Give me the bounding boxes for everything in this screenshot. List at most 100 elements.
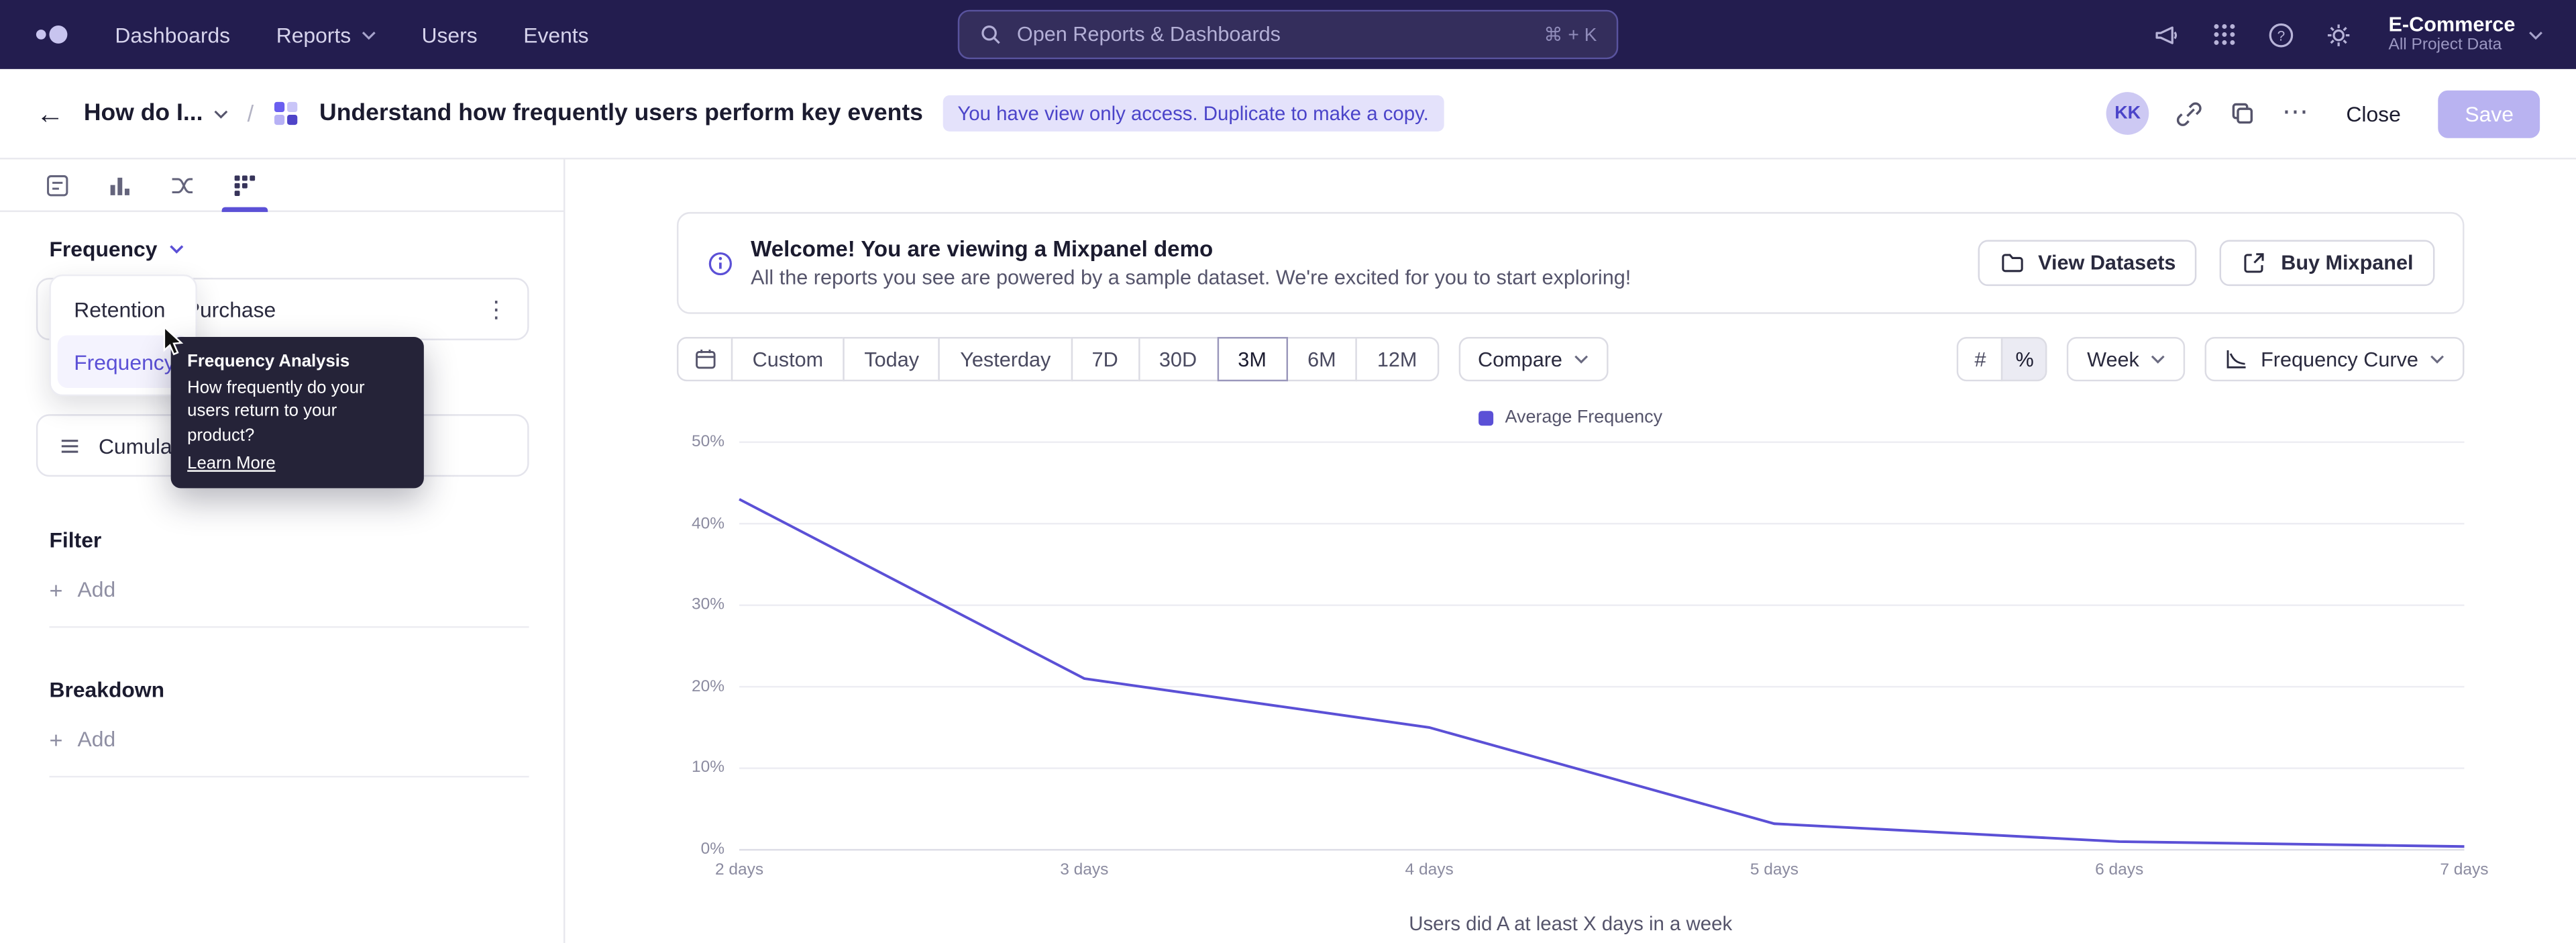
folder-icon — [1998, 250, 2025, 276]
nav-label: Users — [422, 22, 478, 47]
nav-users[interactable]: Users — [422, 22, 478, 47]
date-range-7d[interactable]: 7D — [1071, 337, 1140, 381]
nav-label: Events — [523, 22, 588, 47]
measure-selector[interactable]: Frequency — [49, 237, 564, 262]
announcements-icon[interactable] — [2152, 19, 2182, 49]
tab-flows[interactable] — [151, 160, 213, 211]
frequency-chart[interactable]: 0%10%20%30%40%50% — [677, 442, 2464, 850]
top-nav: Dashboards Reports Users Events Open Rep… — [0, 0, 2576, 69]
plus-icon: + — [49, 578, 62, 601]
y-axis-label: 30% — [692, 596, 724, 614]
measure-option-frequency[interactable]: Frequency — [58, 336, 189, 388]
close-button[interactable]: Close — [2333, 91, 2414, 136]
x-axis: 2 days3 days4 days5 days6 days7 days — [739, 861, 2464, 883]
interval-dropdown[interactable]: Week — [2068, 337, 2186, 381]
learn-more-link[interactable]: Learn More — [187, 452, 276, 475]
header-actions: KK ⋯ Close Save — [2106, 89, 2540, 137]
date-range-today[interactable]: Today — [843, 337, 941, 381]
report-type-tabs — [0, 160, 564, 212]
breadcrumb-separator: / — [248, 100, 254, 126]
y-axis-label: 50% — [692, 433, 724, 451]
date-range-3m[interactable]: 3M — [1216, 337, 1287, 381]
calendar-button[interactable] — [677, 337, 733, 381]
chart-legend: Average Frequency — [677, 407, 2464, 427]
plot-area — [739, 442, 2464, 850]
global-search-input[interactable]: Open Reports & Dashboards ⌘ + K — [958, 10, 1618, 59]
breadcrumb-label: How do I... — [84, 100, 203, 126]
flows-icon — [169, 172, 195, 198]
report-title: Understand how frequently users perform … — [319, 100, 923, 126]
report-header: ← How do I... / Understand how frequentl… — [0, 69, 2576, 160]
date-range-custom[interactable]: Custom — [731, 337, 845, 381]
add-label: Add — [78, 726, 116, 751]
chevron-down-icon — [2528, 27, 2543, 42]
buy-mixpanel-button[interactable]: Buy Mixpanel — [2220, 240, 2435, 287]
tab-insights[interactable] — [26, 160, 89, 211]
plus-icon: + — [49, 728, 62, 750]
percentage-values-toggle[interactable]: % — [2002, 337, 2048, 381]
nav-events[interactable]: Events — [523, 22, 588, 47]
compare-label: Compare — [1478, 348, 1562, 370]
nav-reports[interactable]: Reports — [276, 22, 376, 47]
back-button[interactable]: ← — [36, 99, 64, 128]
compare-button[interactable]: Compare — [1458, 337, 1609, 381]
y-axis-label: 10% — [692, 759, 724, 777]
add-label: Add — [78, 577, 116, 602]
date-range-12m[interactable]: 12M — [1356, 337, 1438, 381]
chart-type-label: Frequency Curve — [2261, 348, 2418, 370]
chart-type-dropdown[interactable]: Frequency Curve — [2205, 337, 2465, 381]
duplicate-icon[interactable] — [2228, 99, 2257, 128]
banner-title: Welcome! You are viewing a Mixpanel demo — [751, 237, 1631, 262]
more-options-button[interactable]: ⋯ — [2282, 100, 2308, 126]
tooltip-title: Frequency Analysis — [187, 350, 407, 374]
save-button[interactable]: Save — [2438, 89, 2540, 137]
x-axis-label: 5 days — [1750, 861, 1799, 879]
date-range-picker: CustomTodayYesterday7D30D3M6M12M — [677, 337, 1438, 381]
banner-body: All the reports you see are powered by a… — [751, 266, 1631, 289]
settings-gear-icon[interactable] — [2324, 19, 2354, 49]
tab-retention[interactable] — [213, 160, 276, 211]
breadcrumb[interactable]: How do I... — [84, 100, 227, 126]
avatar[interactable]: KK — [2106, 92, 2149, 135]
retention-icon — [231, 172, 258, 198]
y-axis-label: 0% — [701, 841, 724, 859]
frequency-tooltip: Frequency Analysis How frequently do you… — [171, 337, 424, 488]
project-name: E-Commerce — [2389, 13, 2516, 37]
chevron-down-icon — [361, 27, 376, 42]
nav-dashboards[interactable]: Dashboards — [115, 22, 230, 47]
measure-label: Frequency — [49, 237, 157, 262]
value-format-toggle: #% — [1957, 337, 2048, 381]
add-breakdown-button[interactable]: + Add — [49, 726, 529, 777]
x-axis-label: 4 days — [1405, 861, 1454, 879]
tab-funnels[interactable] — [89, 160, 151, 211]
line-chart-icon — [2224, 347, 2249, 372]
absolute-values-toggle[interactable]: # — [1957, 337, 2004, 381]
mixpanel-app: Dashboards Reports Users Events Open Rep… — [0, 0, 2576, 943]
add-filter-button[interactable]: + Add — [49, 577, 529, 628]
chevron-down-icon — [1574, 352, 1589, 366]
project-selector[interactable]: E-Commerce All Project Data — [2389, 13, 2544, 56]
share-link-icon[interactable] — [2174, 99, 2203, 128]
filter-heading: Filter — [49, 528, 529, 552]
nav-label: Reports — [276, 22, 352, 47]
view-only-badge[interactable]: You have view only access. Duplicate to … — [943, 95, 1444, 132]
calendar-icon — [692, 347, 717, 372]
mixpanel-logo-icon[interactable] — [33, 23, 72, 46]
menu-lines-icon — [58, 433, 83, 458]
x-axis-label: 6 days — [2095, 861, 2143, 879]
query-sidebar: Frequency Purchase ⋮ Cumulative Frequenc… — [0, 160, 565, 943]
svg-text:?: ? — [2278, 28, 2286, 43]
help-icon[interactable]: ? — [2267, 19, 2296, 49]
view-datasets-button[interactable]: View Datasets — [1978, 240, 2198, 287]
date-range-6m[interactable]: 6M — [1286, 337, 1357, 381]
apps-grid-icon[interactable] — [2210, 19, 2239, 49]
nav-label: Dashboards — [115, 22, 230, 47]
measure-option-retention[interactable]: Retention — [58, 283, 189, 335]
x-axis-label: 2 days — [715, 861, 763, 879]
chevron-down-icon — [169, 242, 184, 256]
event-options-button[interactable]: ⋮ — [484, 297, 507, 320]
external-link-icon — [2241, 250, 2267, 276]
event-name: Purchase — [186, 297, 276, 321]
date-range-30d[interactable]: 30D — [1138, 337, 1218, 381]
date-range-yesterday[interactable]: Yesterday — [938, 337, 1072, 381]
